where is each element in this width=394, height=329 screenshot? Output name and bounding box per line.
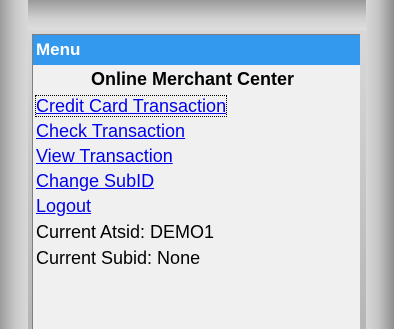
frame-right-border [366, 0, 394, 329]
view-transaction-label: View Transaction [36, 146, 173, 166]
logout-link[interactable]: Logout [33, 194, 360, 219]
logout-label: Logout [36, 196, 92, 216]
check-transaction-link[interactable]: Check Transaction [33, 119, 360, 144]
change-subid-link[interactable]: Change SubID [33, 169, 360, 194]
frame-top-border [0, 0, 394, 30]
credit-card-transaction-link[interactable]: Credit Card Transaction [33, 94, 360, 119]
menu-panel: Menu Online Merchant Center Credit Card … [32, 34, 360, 329]
check-transaction-label: Check Transaction [36, 121, 186, 141]
window-frame: Menu Online Merchant Center Credit Card … [0, 0, 394, 329]
current-subid-text: Current Subid: None [36, 248, 201, 268]
view-transaction-link[interactable]: View Transaction [33, 144, 360, 169]
frame-left-border [0, 0, 28, 329]
credit-card-transaction-label: Credit Card Transaction [34, 95, 228, 117]
menu-subtitle: Online Merchant Center [90, 69, 295, 89]
change-subid-label: Change SubID [36, 171, 155, 191]
menu-header: Menu [33, 35, 360, 65]
current-atsid-text: Current Atsid: DEMO1 [36, 222, 215, 242]
